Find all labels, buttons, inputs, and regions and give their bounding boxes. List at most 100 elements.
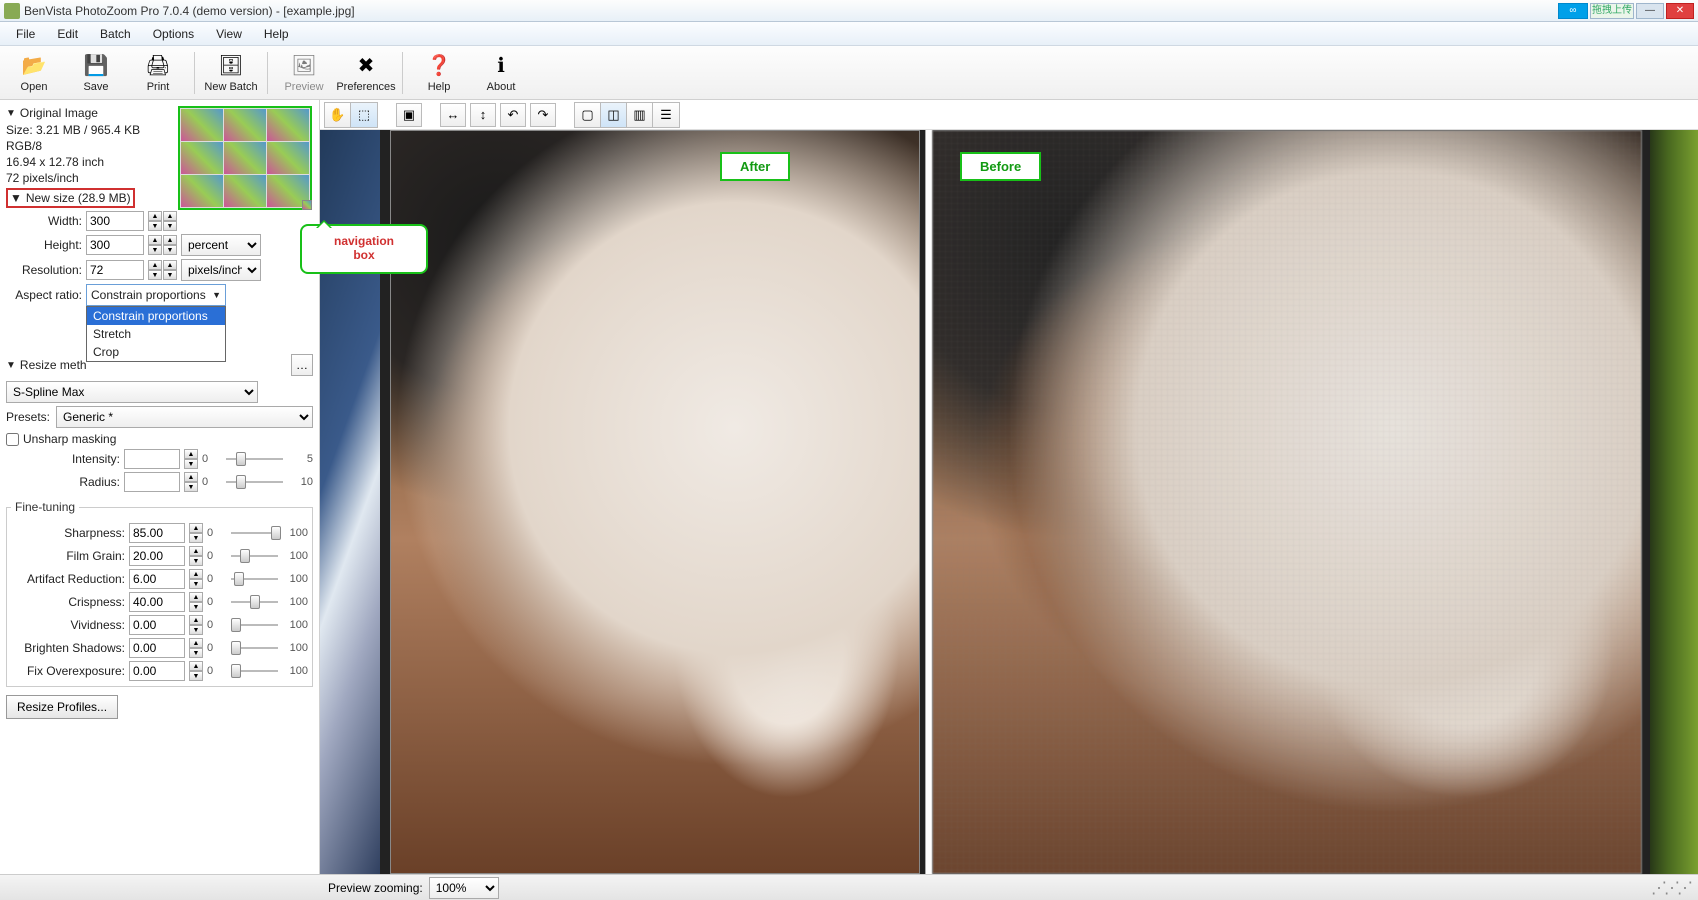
- fine-label-3: Crispness:: [11, 595, 125, 609]
- upload-hint-button[interactable]: 拖拽上传: [1590, 3, 1634, 19]
- before-badge: Before: [960, 152, 1041, 181]
- fit-width-button[interactable]: ↔: [440, 103, 466, 127]
- resolution-input[interactable]: [86, 260, 144, 280]
- fine-slider-4[interactable]: [231, 615, 278, 635]
- unsharp-masking-label: Unsharp masking: [23, 432, 116, 446]
- fit-height-button[interactable]: ↕: [470, 103, 496, 127]
- image-strip-right: [1650, 130, 1698, 874]
- resize-method-more-button[interactable]: …: [291, 354, 313, 376]
- close-button[interactable]: ✕: [1666, 3, 1694, 19]
- preferences-button[interactable]: ✖Preferences: [336, 49, 396, 97]
- resize-profiles-button[interactable]: Resize Profiles...: [6, 695, 118, 719]
- intensity-spinner: ▲▼: [184, 449, 198, 469]
- menu-options[interactable]: Options: [143, 25, 204, 43]
- resolution-spinner[interactable]: ▲▼: [148, 260, 162, 280]
- hand-tool[interactable]: ✋: [325, 103, 351, 127]
- fine-spinner-6[interactable]: ▲▼: [189, 661, 203, 681]
- fine-slider-1[interactable]: [231, 546, 278, 566]
- radius-label: Radius:: [6, 475, 120, 489]
- help-button[interactable]: ❓Help: [409, 49, 469, 97]
- main-area: ✋ ⬚ ▣ ↔ ↕ ↶ ↷ ▢ ◫ ▥ ☰ After Bef: [320, 100, 1698, 874]
- menu-help[interactable]: Help: [254, 25, 299, 43]
- about-icon: ℹ: [488, 53, 514, 79]
- preview-zoom-select[interactable]: 100%: [429, 877, 499, 899]
- unsharp-masking-checkbox[interactable]: [6, 433, 19, 446]
- cloud-button[interactable]: ∞: [1558, 3, 1588, 19]
- fine-spinner-1[interactable]: ▲▼: [189, 546, 203, 566]
- layout-single-button[interactable]: ▢: [575, 103, 601, 127]
- crop-tool[interactable]: ▣: [396, 103, 422, 127]
- aspect-option-crop[interactable]: Crop: [87, 343, 225, 361]
- preview-zoom-label: Preview zooming:: [328, 881, 423, 895]
- new-size-header[interactable]: ▼ New size (28.9 MB): [6, 188, 135, 208]
- fine-spinner-5[interactable]: ▲▼: [189, 638, 203, 658]
- fine-tuning-group: Fine-tuning Sharpness:▲▼0100Film Grain:▲…: [6, 500, 313, 687]
- size-unit-select[interactable]: percent: [181, 234, 261, 256]
- open-button[interactable]: 📂Open: [4, 49, 64, 97]
- fine-slider-0[interactable]: [231, 523, 278, 543]
- layout-split-horizontal-button[interactable]: ▥: [627, 103, 653, 127]
- after-pane: [390, 130, 920, 874]
- fine-slider-2[interactable]: [231, 569, 278, 589]
- height-spinner[interactable]: ▲▼: [148, 235, 162, 255]
- aspect-option-stretch[interactable]: Stretch: [87, 325, 225, 343]
- menu-view[interactable]: View: [206, 25, 252, 43]
- collapse-icon: ▼: [6, 108, 16, 119]
- undo-button[interactable]: ↶: [500, 103, 526, 127]
- fine-input-1[interactable]: [129, 546, 185, 566]
- height-input[interactable]: [86, 235, 144, 255]
- height-spinner-coarse[interactable]: ▲▼: [163, 235, 177, 255]
- width-input[interactable]: [86, 211, 144, 231]
- preview-canvas[interactable]: After Before: [320, 130, 1698, 874]
- fine-spinner-2[interactable]: ▲▼: [189, 569, 203, 589]
- aspect-ratio-label: Aspect ratio:: [6, 288, 82, 302]
- navigation-box-callout: navigation box: [300, 224, 428, 274]
- fine-spinner-4[interactable]: ▲▼: [189, 615, 203, 635]
- selection-tool[interactable]: ⬚: [351, 103, 377, 127]
- menu-file[interactable]: File: [6, 25, 45, 43]
- menu-edit[interactable]: Edit: [47, 25, 88, 43]
- resolution-unit-select[interactable]: pixels/inch: [181, 259, 261, 281]
- sidebar: ▼ Original Image Size: 3.21 MB / 965.4 K…: [0, 100, 320, 874]
- title-bar: BenVista PhotoZoom Pro 7.0.4 (demo versi…: [0, 0, 1698, 22]
- presets-select[interactable]: Generic *: [56, 406, 313, 428]
- aspect-ratio-select[interactable]: Constrain proportions ▼: [86, 284, 226, 306]
- radius-spinner: ▲▼: [184, 472, 198, 492]
- print-button[interactable]: 🖨Print: [128, 49, 188, 97]
- layout-list-button[interactable]: ☰: [653, 103, 679, 127]
- layout-split-vertical-button[interactable]: ◫: [601, 103, 627, 127]
- resize-grip-icon[interactable]: ⋰⋰⋰: [1651, 878, 1690, 898]
- fine-input-5[interactable]: [129, 638, 185, 658]
- fine-input-3[interactable]: [129, 592, 185, 612]
- menu-batch[interactable]: Batch: [90, 25, 141, 43]
- intensity-slider: [226, 449, 283, 469]
- new-batch-button[interactable]: 🗄New Batch: [201, 49, 261, 97]
- fine-input-6[interactable]: [129, 661, 185, 681]
- resolution-spinner-coarse[interactable]: ▲▼: [163, 260, 177, 280]
- collapse-icon: ▼: [10, 191, 22, 205]
- fine-input-2[interactable]: [129, 569, 185, 589]
- width-spinner-coarse[interactable]: ▲▼: [163, 211, 177, 231]
- fine-input-4[interactable]: [129, 615, 185, 635]
- fine-slider-3[interactable]: [231, 592, 278, 612]
- thumbnail-resize-handle[interactable]: [302, 200, 312, 210]
- fine-slider-6[interactable]: [231, 661, 278, 681]
- new-batch-icon: 🗄: [218, 53, 244, 79]
- fine-input-0[interactable]: [129, 523, 185, 543]
- fine-slider-5[interactable]: [231, 638, 278, 658]
- redo-button[interactable]: ↷: [530, 103, 556, 127]
- fine-spinner-0[interactable]: ▲▼: [189, 523, 203, 543]
- minimize-button[interactable]: —: [1636, 3, 1664, 19]
- presets-label: Presets:: [6, 410, 52, 424]
- fine-label-1: Film Grain:: [11, 549, 125, 563]
- fine-label-6: Fix Overexposure:: [11, 664, 125, 678]
- aspect-option-constrain[interactable]: Constrain proportions: [87, 307, 225, 325]
- resize-method-select[interactable]: S-Spline Max: [6, 381, 258, 403]
- navigation-thumbnail[interactable]: [178, 106, 312, 210]
- save-button[interactable]: 💾Save: [66, 49, 126, 97]
- about-button[interactable]: ℹAbout: [471, 49, 531, 97]
- fine-spinner-3[interactable]: ▲▼: [189, 592, 203, 612]
- width-label: Width:: [6, 214, 82, 228]
- width-spinner[interactable]: ▲▼: [148, 211, 162, 231]
- fine-label-0: Sharpness:: [11, 526, 125, 540]
